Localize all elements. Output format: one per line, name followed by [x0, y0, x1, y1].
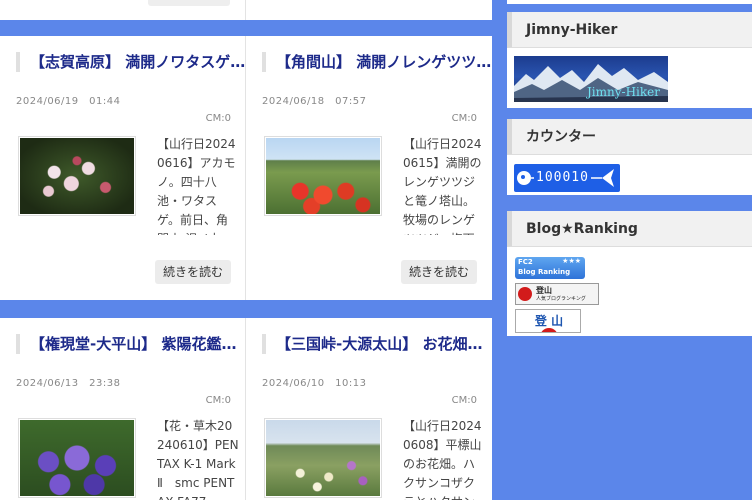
fc2-stars-icon: ★★★: [562, 257, 581, 265]
comment-count[interactable]: CM:0: [206, 113, 231, 124]
post-thumbnail[interactable]: [18, 418, 136, 498]
tozan-badge-line2: 人気ブログランキング: [536, 296, 586, 302]
post-excerpt: 【山行日20240615】満開のレンゲツツジと篭ノ塔山。牧場のレンゲツツジ。梅雨: [403, 137, 482, 235]
fc2-badge-line1: FC2: [518, 258, 533, 266]
post-excerpt: 【山行日20240608】平標山のお花畑。ハクサンコザクラとハクサン: [403, 419, 482, 500]
post-thumbnail[interactable]: [264, 418, 382, 498]
widget-title: カウンター: [526, 129, 596, 145]
column-divider: [245, 0, 246, 20]
read-more-button[interactable]: 続きを読む: [154, 260, 231, 284]
post-date: 2024/06/18 07:57: [262, 96, 367, 107]
counter-value: 100010: [534, 170, 591, 185]
fc2-blog-ranking-badge[interactable]: FC2 ★★★ Blog Ranking: [515, 257, 585, 279]
counter-widget: カウンター 100010: [507, 119, 752, 195]
post-thumbnail[interactable]: [18, 136, 136, 216]
widget-header: Blog★Ranking: [507, 211, 752, 247]
post-card: 【志賀高原】 満開ノワタスゲ… 2024/06/19 01:44 CM:0 【山…: [0, 36, 245, 300]
tozan-ranking-badge[interactable]: 登山 人気ブログランキング: [515, 283, 599, 305]
main-column: 【志賀高原】 満開ノワタスゲ… 2024/06/19 01:44 CM:0 【山…: [0, 0, 492, 500]
fc2-badge-line2: Blog Ranking: [518, 268, 571, 276]
widget-title: Jimny-Hiker: [526, 22, 618, 38]
post-card: 【権現堂-大平山】 紫陽花鑑… 2024/06/13 23:38 CM:0 【花…: [0, 318, 245, 500]
access-counter[interactable]: 100010: [514, 164, 620, 192]
profile-banner-text: Jimny-Hiker: [586, 85, 660, 99]
post-date: 2024/06/13 23:38: [16, 378, 121, 389]
widget-title: Blog★Ranking: [526, 221, 638, 237]
post-date: 2024/06/10 10:13: [262, 378, 367, 389]
post-row: 【権現堂-大平山】 紫陽花鑑… 2024/06/13 23:38 CM:0 【花…: [0, 318, 492, 500]
post-title-link[interactable]: 【角間山】 満開ノレンゲツツ…: [262, 52, 492, 72]
post-card: 【角間山】 満開ノレンゲツツ… 2024/06/18 07:57 CM:0 【山…: [246, 36, 491, 300]
widget-header: カウンター: [507, 119, 752, 155]
tozan-ranking-badge-2[interactable]: 登 山: [515, 309, 581, 333]
profile-widget: Jimny-Hiker Jimny-Hiker: [507, 12, 752, 108]
post-date: 2024/06/19 01:44: [16, 96, 121, 107]
read-more-button[interactable]: 続きを読む: [400, 260, 477, 284]
comment-count[interactable]: CM:0: [452, 113, 477, 124]
tozan-badge2-text: 登 山: [534, 314, 564, 328]
comment-count[interactable]: CM:0: [206, 395, 231, 406]
post-row: 【志賀高原】 満開ノワタスゲ… 2024/06/19 01:44 CM:0 【山…: [0, 36, 492, 300]
post-card: 【三国峠-大源太山】 お花畑… 2024/06/10 10:13 CM:0 【山…: [246, 318, 491, 500]
previous-read-more-button[interactable]: [148, 0, 230, 6]
post-excerpt: 【花・草木20240610】PENTAX K-1 MarkⅡ smc PENTA…: [157, 419, 239, 500]
previous-row-fragment: [0, 0, 492, 20]
widget-header: Jimny-Hiker: [507, 12, 752, 48]
post-excerpt: 【山行日20240616】アカモノ。四十八池・ワタスゲ。前日、角間山-湯ノ丸: [157, 137, 236, 235]
post-title-link[interactable]: 【三国峠-大源太山】 お花畑…: [262, 334, 492, 354]
post-title-link[interactable]: 【志賀高原】 満開ノワタスゲ…: [16, 52, 246, 72]
profile-banner[interactable]: Jimny-Hiker: [514, 56, 668, 102]
post-title-link[interactable]: 【権現堂-大平山】 紫陽花鑑…: [16, 334, 246, 354]
widget-fragment: [507, 0, 752, 4]
tozan-logo-icon: [518, 287, 532, 301]
ranking-widget: Blog★Ranking FC2 ★★★ Blog Ranking 登山 人気ブ…: [507, 211, 752, 336]
post-thumbnail[interactable]: [264, 136, 382, 216]
comment-count[interactable]: CM:0: [452, 395, 477, 406]
